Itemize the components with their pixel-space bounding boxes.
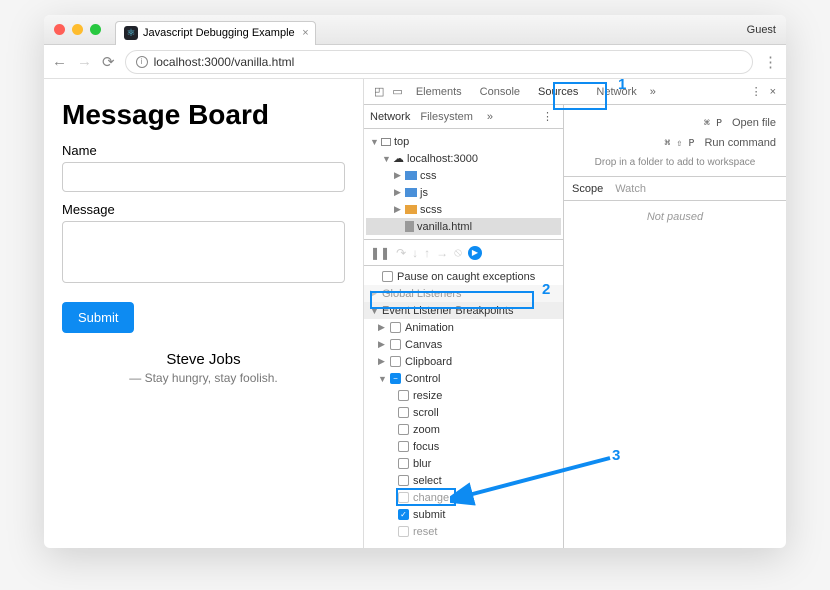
react-favicon: ⚛: [124, 26, 138, 40]
subtab-overflow-icon[interactable]: »: [483, 111, 497, 123]
step-into-button[interactable]: ↓: [412, 246, 418, 260]
devtools-menu-icon[interactable]: ⋮: [747, 85, 766, 98]
subtab-network[interactable]: Network: [370, 111, 410, 123]
scope-tab[interactable]: Scope: [572, 183, 603, 195]
bp-control[interactable]: ▼−Control: [364, 370, 563, 387]
overflow-icon[interactable]: »: [646, 86, 660, 98]
subtab-filesystem[interactable]: Filesystem: [420, 111, 473, 123]
device-icon[interactable]: ▭: [388, 85, 406, 98]
tab-sources[interactable]: Sources: [529, 80, 587, 104]
quote-text: — Stay hungry, stay foolish.: [62, 371, 345, 385]
menu-button[interactable]: ⋮: [763, 53, 778, 71]
tree-host[interactable]: ▼☁localhost:3000: [366, 150, 561, 167]
tree-css[interactable]: ▶css: [366, 167, 561, 184]
close-window-button[interactable]: [54, 24, 65, 35]
submit-button[interactable]: Submit: [62, 302, 134, 333]
page-content: Message Board Name Message Submit Steve …: [44, 79, 364, 548]
bp-submit[interactable]: ✓submit: [364, 506, 563, 523]
tree-scss[interactable]: ▶scss: [366, 201, 561, 218]
bp-animation[interactable]: ▶Animation: [364, 319, 563, 336]
bp-clipboard[interactable]: ▶Clipboard: [364, 353, 563, 370]
tab-elements[interactable]: Elements: [407, 80, 471, 104]
global-listeners-section[interactable]: ▶Global Listeners: [364, 285, 563, 302]
bp-select[interactable]: select: [364, 472, 563, 489]
step-button[interactable]: →: [436, 246, 448, 260]
quote-author: Steve Jobs: [62, 351, 345, 368]
reload-button[interactable]: ⟳: [102, 53, 115, 71]
bp-reset[interactable]: reset: [364, 523, 563, 540]
back-button[interactable]: ←: [52, 53, 67, 70]
inspect-icon[interactable]: ◰: [370, 85, 388, 98]
devtools-tabs: ◰ ▭ Elements Console Sources Network » ⋮…: [364, 79, 786, 105]
event-listener-section[interactable]: ▼Event Listener Breakpoints: [364, 302, 563, 319]
tree-file[interactable]: vanilla.html: [366, 218, 561, 235]
message-label: Message: [62, 202, 345, 217]
bp-resize[interactable]: resize: [364, 387, 563, 404]
step-out-button[interactable]: ↑: [424, 246, 430, 260]
address-input[interactable]: i localhost:3000/vanilla.html: [125, 50, 753, 74]
bp-blur[interactable]: blur: [364, 455, 563, 472]
bp-zoom[interactable]: zoom: [364, 421, 563, 438]
pause-caught-row[interactable]: Pause on caught exceptions: [364, 268, 563, 285]
command-hints: ⌘ POpen file ⌘ ⇧ PRun command Drop in a …: [564, 105, 786, 177]
breakpoints-panel: Pause on caught exceptions ▶Global Liste…: [364, 266, 563, 548]
file-tree: ▼top ▼☁localhost:3000 ▶css ▶js ▶scss van…: [364, 129, 563, 240]
maximize-window-button[interactable]: [90, 24, 101, 35]
tab-console[interactable]: Console: [471, 80, 529, 104]
bp-focus[interactable]: focus: [364, 438, 563, 455]
forward-button[interactable]: →: [77, 53, 92, 70]
tab-title: Javascript Debugging Example: [143, 27, 295, 39]
bp-scroll[interactable]: scroll: [364, 404, 563, 421]
not-paused-label: Not paused: [564, 201, 786, 233]
tab-close-icon[interactable]: ×: [302, 27, 308, 39]
titlebar: ⚛ Javascript Debugging Example × Guest: [44, 15, 786, 45]
url-bar: ← → ⟳ i localhost:3000/vanilla.html ⋮: [44, 45, 786, 79]
message-textarea[interactable]: [62, 221, 345, 283]
deactivate-button[interactable]: ⦸: [454, 245, 462, 260]
guest-label: Guest: [747, 24, 776, 36]
tab-network[interactable]: Network: [587, 80, 645, 104]
bp-change[interactable]: change: [364, 489, 563, 506]
callout-3: 3: [612, 447, 620, 464]
browser-tab[interactable]: ⚛ Javascript Debugging Example ×: [115, 21, 316, 45]
url-host: localhost: [154, 55, 201, 69]
debug-controls: ❚❚ ↷ ↓ ↑ → ⦸ ▶: [364, 240, 563, 266]
devtools-close-icon[interactable]: ×: [766, 86, 780, 98]
callout-2: 2: [542, 281, 550, 298]
bp-canvas[interactable]: ▶Canvas: [364, 336, 563, 353]
watch-tab[interactable]: Watch: [615, 183, 646, 195]
tree-top[interactable]: ▼top: [366, 133, 561, 150]
step-over-button[interactable]: ↷: [396, 246, 406, 260]
name-input[interactable]: [62, 162, 345, 192]
subtab-menu-icon[interactable]: ⋮: [538, 110, 557, 123]
site-info-icon[interactable]: i: [136, 56, 148, 68]
name-label: Name: [62, 143, 345, 158]
resume-button[interactable]: ▶: [468, 246, 482, 260]
minimize-window-button[interactable]: [72, 24, 83, 35]
pause-button[interactable]: ❚❚: [370, 246, 390, 260]
callout-1: 1: [618, 76, 626, 93]
devtools-panel: ◰ ▭ Elements Console Sources Network » ⋮…: [364, 79, 786, 548]
url-path: :3000/vanilla.html: [201, 55, 294, 69]
tree-js[interactable]: ▶js: [366, 184, 561, 201]
page-title: Message Board: [62, 99, 345, 131]
